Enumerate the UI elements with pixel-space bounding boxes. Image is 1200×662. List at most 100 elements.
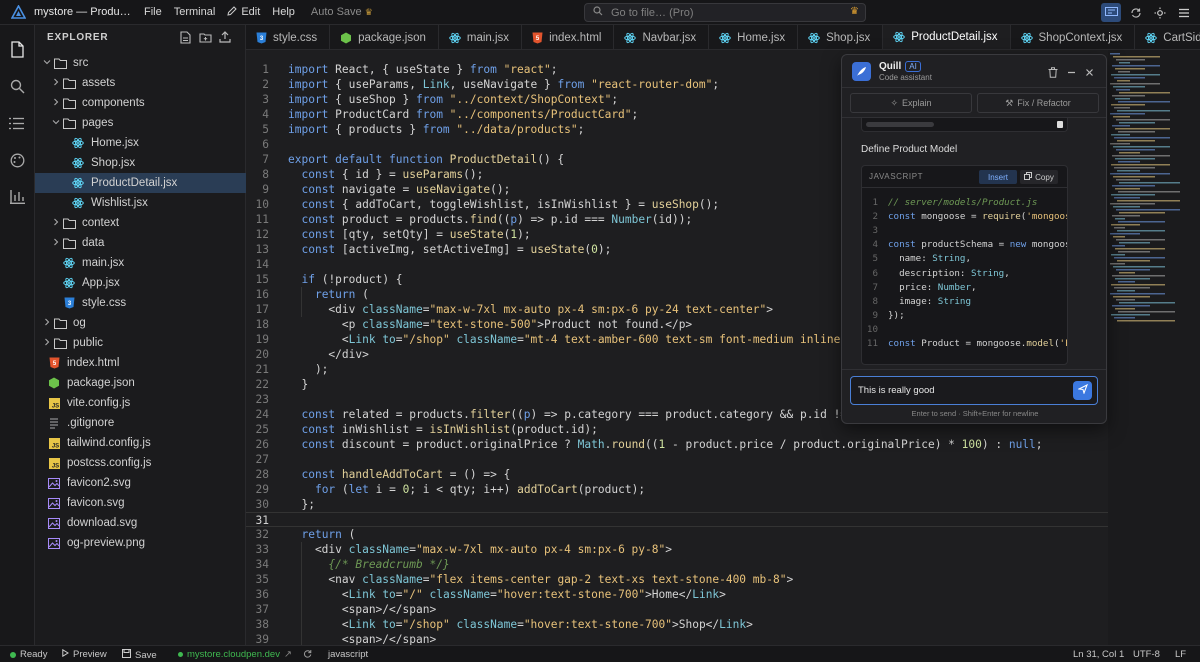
delete-chat-button[interactable] <box>1046 65 1060 79</box>
code-line[interactable]: 35 <nav className="flex items-center gap… <box>246 572 1108 587</box>
tab-package-json[interactable]: package.json <box>330 25 439 49</box>
sync-icon[interactable] <box>1126 3 1146 22</box>
theme-sun-icon[interactable] <box>1150 3 1170 22</box>
line-code: price: Number, <box>888 281 976 295</box>
file-item[interactable]: JS postcss.config.js <box>35 453 246 473</box>
menu-help[interactable]: Help <box>272 6 295 18</box>
code-line[interactable]: 32 return ( <box>246 527 1108 542</box>
file-search-input[interactable]: Go to file… (Pro) ♛ <box>584 3 866 22</box>
tab-shopcontext-jsx[interactable]: ShopContext.jsx <box>1011 25 1136 49</box>
tab-navbar-jsx[interactable]: Navbar.jsx <box>614 25 710 49</box>
preview-button[interactable]: Preview <box>62 648 107 660</box>
file-item[interactable]: 5 index.html <box>35 353 246 373</box>
file-item[interactable]: .gitignore <box>35 413 246 433</box>
file-item[interactable]: main.jsx <box>35 253 246 273</box>
file-item[interactable]: JS tailwind.config.js <box>35 433 246 453</box>
code-line[interactable]: 38 <Link to="/shop" className="hover:tex… <box>246 617 1108 632</box>
tab-cartside[interactable]: CartSide <box>1135 25 1200 49</box>
line-code: <p className="text-stone-500">Product no… <box>288 317 692 332</box>
autosave-toggle[interactable]: Auto Save ♛ <box>311 6 373 18</box>
file-item[interactable]: Shop.jsx <box>35 153 246 173</box>
tab-style-css[interactable]: 3 style.css <box>246 25 331 49</box>
analytics-chart-icon[interactable] <box>7 187 27 207</box>
new-file-icon[interactable] <box>178 30 192 44</box>
code-token: "hover:text-stone-700" <box>496 588 646 601</box>
palette-icon[interactable] <box>7 150 27 170</box>
refresh-icon[interactable] <box>303 649 312 658</box>
assistant-panel: Quill AI Code assistant ✧ Explain ⚒ Fix / R… <box>841 54 1107 424</box>
hamburger-menu-icon[interactable] <box>1174 3 1194 22</box>
code-line[interactable]: 28 const handleAddToCart = () => { <box>246 467 1108 482</box>
tab-index-html[interactable]: 5 index.html <box>522 25 615 49</box>
code-token: className <box>362 318 423 331</box>
file-item[interactable]: package.json <box>35 373 246 393</box>
file-item[interactable]: Home.jsx <box>35 133 246 153</box>
code-line[interactable]: 29 for (let i = 0; i < qty; i++) addToCa… <box>246 482 1108 497</box>
code-line[interactable]: 39 <span>/</span> <box>246 632 1108 645</box>
code-line[interactable]: 25 const inWishlist = isInWishlist(produ… <box>246 422 1108 437</box>
deploy-url-link[interactable]: mystore.cloudpen.dev ↗ <box>178 649 292 660</box>
file-item[interactable]: favicon.svg <box>35 493 246 513</box>
folder-item[interactable]: data <box>35 233 246 253</box>
code-token: "max-w-7xl mx-auto px-4 sm:px-6 py-24 te… <box>429 303 767 316</box>
send-button[interactable] <box>1073 381 1092 400</box>
folder-item[interactable]: components <box>35 93 246 113</box>
files-icon[interactable] <box>7 39 27 59</box>
insert-button[interactable]: Insert <box>979 170 1017 184</box>
fix-refactor-button[interactable]: ⚒ Fix / Refactor <box>977 93 1099 113</box>
file-item[interactable]: App.jsx <box>35 273 246 293</box>
minimize-icon[interactable] <box>1064 65 1078 79</box>
code-line[interactable]: 31 <box>246 512 1108 527</box>
folder-item[interactable]: pages <box>35 113 246 133</box>
code-token: const <box>301 438 342 451</box>
save-button[interactable]: Save <box>122 649 157 661</box>
tab-shop-jsx[interactable]: Shop.jsx <box>798 25 884 49</box>
react-icon <box>449 32 461 44</box>
outline-list-icon[interactable] <box>7 113 27 133</box>
search-placeholder: Go to file… (Pro) <box>611 6 694 19</box>
code-line[interactable]: 26 const discount = product.originalPric… <box>246 437 1108 452</box>
language-mode[interactable]: javascript <box>328 649 368 660</box>
chat-input[interactable]: This is really good <box>850 376 1098 405</box>
tab-main-jsx[interactable]: main.jsx <box>439 25 523 49</box>
file-item[interactable]: download.svg <box>35 513 246 533</box>
code-token: }; <box>288 498 315 511</box>
file-item[interactable]: favicon2.svg <box>35 473 246 493</box>
folder-item[interactable]: context <box>35 213 246 233</box>
minimap[interactable] <box>1108 50 1200 645</box>
toggle-assistant-button[interactable] <box>1101 3 1121 22</box>
file-item[interactable]: 3 style.css <box>35 293 246 313</box>
folder-item[interactable]: public <box>35 333 246 353</box>
code-line[interactable]: 27 <box>246 452 1108 467</box>
file-item[interactable]: JS vite.config.js <box>35 393 246 413</box>
file-item[interactable]: Wishlist.jsx <box>35 193 246 213</box>
cursor-position[interactable]: Ln 31, Col 1 <box>1073 649 1124 660</box>
code-line[interactable]: 33 <div className="max-w-7xl mx-auto px-… <box>246 542 1108 557</box>
code-line[interactable]: 30 }; <box>246 497 1108 512</box>
menu-file[interactable]: File <box>144 6 162 18</box>
horizontal-scrollbar[interactable] <box>866 122 934 127</box>
file-item[interactable]: ProductDetail.jsx <box>35 173 246 193</box>
close-icon[interactable] <box>1082 65 1096 79</box>
upload-icon[interactable] <box>218 30 232 44</box>
menu-terminal[interactable]: Terminal <box>174 6 216 18</box>
folder-item[interactable]: assets <box>35 73 246 93</box>
save-label: Save <box>135 649 157 661</box>
folder-item[interactable]: og <box>35 313 246 333</box>
menu-edit[interactable]: Edit <box>227 5 260 19</box>
tab-home-jsx[interactable]: Home.jsx <box>709 25 799 49</box>
end-of-line[interactable]: LF <box>1175 649 1186 660</box>
tab-productdetail-jsx[interactable]: ProductDetail.jsx <box>883 25 1011 49</box>
folder-item[interactable]: src <box>35 53 246 73</box>
explain-button[interactable]: ✧ Explain <box>850 93 972 113</box>
new-folder-icon[interactable] <box>198 30 212 44</box>
copy-button[interactable]: Copy <box>1020 170 1058 184</box>
encoding[interactable]: UTF-8 <box>1133 649 1160 660</box>
file-item[interactable]: og-preview.png <box>35 533 246 553</box>
code-line[interactable]: 36 <Link to="/" className="hover:text-st… <box>246 587 1108 602</box>
code-line[interactable]: 34 {/* Breadcrumb */} <box>246 557 1108 572</box>
search-panel-icon[interactable] <box>7 76 27 96</box>
code-line[interactable]: 37 <span>/</span> <box>246 602 1108 617</box>
